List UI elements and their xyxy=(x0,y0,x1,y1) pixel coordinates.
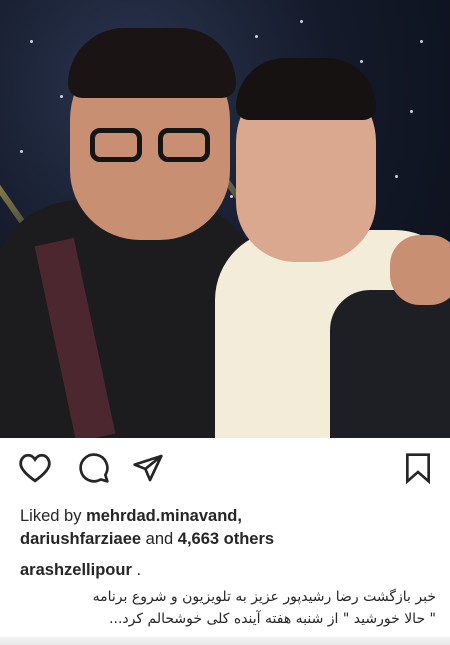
feed-separator xyxy=(0,637,450,645)
caption-line: خبر بازگشت رضا رشیدپور عزیز به تلویزیون … xyxy=(92,589,436,605)
glasses xyxy=(90,128,210,166)
and-label: and xyxy=(145,530,174,548)
post-actions xyxy=(0,448,450,498)
likes-summary: Liked by mehrdad.minavand, dariushfarzia… xyxy=(20,505,440,551)
liker-username-link[interactable]: dariushfarziaee xyxy=(20,530,141,548)
caption-text: خبر بازگشت رضا رشیدپور عزیز به تلویزیون … xyxy=(14,586,436,630)
person-right-hair xyxy=(236,58,376,120)
star xyxy=(30,40,33,43)
like-button[interactable] xyxy=(15,448,55,488)
liker-username-link[interactable]: mehrdad.minavand, xyxy=(86,507,242,525)
person-right-vest xyxy=(330,290,450,438)
caption-trail: . xyxy=(136,561,142,579)
bookmark-icon xyxy=(404,452,432,484)
save-button[interactable] xyxy=(398,448,438,488)
star xyxy=(20,150,23,153)
star xyxy=(360,60,363,63)
caption-line: " حالا خورشید " از شنبه هفته آینده کلی خ… xyxy=(109,611,436,627)
likes-count-link[interactable]: 4,663 others xyxy=(178,530,274,548)
star xyxy=(60,95,63,98)
post-photo[interactable] xyxy=(0,0,450,438)
comment-button[interactable] xyxy=(74,448,114,488)
send-icon xyxy=(131,452,165,484)
star xyxy=(420,40,423,43)
heart-icon xyxy=(18,452,52,484)
share-button[interactable] xyxy=(128,448,168,488)
star xyxy=(255,35,258,38)
star xyxy=(395,175,398,178)
liked-by-label: Liked by xyxy=(20,507,82,525)
comment-icon xyxy=(78,452,110,484)
hand-on-shoulder xyxy=(390,235,450,305)
caption-author: arashzellipour . xyxy=(20,561,141,580)
star xyxy=(230,195,233,198)
star xyxy=(300,20,303,23)
author-username-link[interactable]: arashzellipour xyxy=(20,561,132,579)
star xyxy=(410,110,413,113)
person-left-hair xyxy=(68,28,236,98)
